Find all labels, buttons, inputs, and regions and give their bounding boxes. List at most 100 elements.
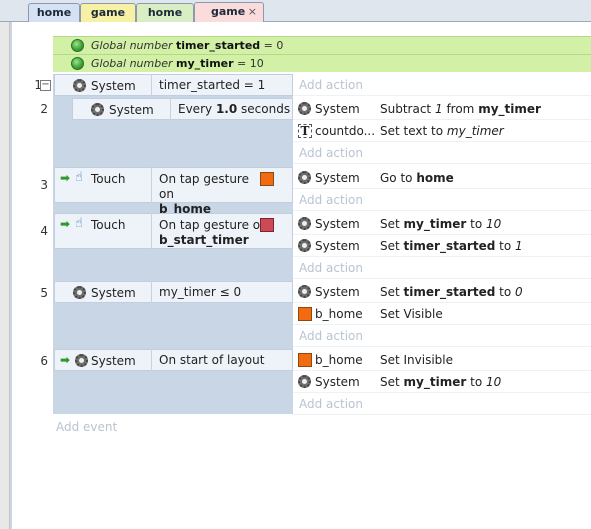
add-action-button[interactable]: Add action (293, 189, 591, 211)
left-gutter (0, 22, 10, 529)
condition-text: timer_started = 1 (159, 78, 266, 92)
actions-area: System Subtract 1 from my_timer T countd… (293, 98, 591, 164)
action-row[interactable]: b_home Set Invisible (293, 349, 591, 371)
collapse-toggle-icon[interactable]: − (40, 80, 51, 91)
condition-object: System (91, 79, 136, 93)
global-name: my_timer (176, 57, 234, 70)
globe-icon (71, 57, 84, 70)
gear-icon (298, 102, 311, 115)
add-action-label: Add action (299, 146, 363, 160)
actions-area: b_home Set Invisible System Set my_timer… (293, 349, 591, 415)
action-text: Set timer_started to 0 (380, 281, 523, 303)
action-text-pre: Set (380, 217, 400, 231)
add-action-label: Add action (299, 397, 363, 411)
event-condition[interactable]: ➡ ☝ Touch On tap gesture on b_home (54, 167, 293, 216)
action-text-value: 10 (486, 217, 502, 231)
action-row[interactable]: T countdo... Set text to my_timer (293, 120, 591, 142)
divider (151, 74, 152, 96)
add-action-button[interactable]: Add action (293, 325, 591, 347)
action-object: System (315, 171, 360, 185)
global-value: = 0 (263, 39, 284, 52)
gear-icon (298, 171, 311, 184)
gear-icon (298, 217, 311, 230)
actions-area: System Set my_timer to 10 System Set tim… (293, 213, 591, 279)
tab-home-2[interactable]: home (136, 3, 194, 22)
action-text: Set my_timer to 10 (380, 213, 501, 235)
event-condition[interactable]: System my_timer ≤ 0 (54, 281, 293, 303)
tab-strip: home game home game × (0, 0, 591, 22)
close-icon[interactable]: × (248, 3, 257, 21)
global-variable-row[interactable]: Global number timer_started = 0 (53, 36, 591, 54)
event-condition[interactable]: System Every 1.0 seconds (72, 98, 293, 120)
action-text-mid: to (499, 285, 512, 299)
gear-icon (75, 354, 88, 367)
gear-icon (298, 285, 311, 298)
add-action-button[interactable]: Add action (293, 257, 591, 279)
global-prefix: Global number (91, 39, 173, 52)
condition-text-pre: Every (178, 102, 213, 116)
action-row[interactable]: System Set my_timer to 10 (293, 213, 591, 235)
text-object-icon: T (298, 124, 312, 138)
sprite-icon (298, 307, 312, 321)
event-number: 4 (40, 224, 48, 238)
event-number: 3 (40, 178, 48, 192)
condition-text: On tap gesture on b_home (159, 172, 259, 217)
tab-label: home (147, 6, 183, 19)
action-text: Subtract 1 from my_timer (380, 98, 541, 120)
add-action-button[interactable]: Add action (293, 74, 591, 96)
action-row[interactable]: System Set my_timer to 10 (293, 371, 591, 393)
divider (170, 98, 171, 120)
action-row[interactable]: System Subtract 1 from my_timer (293, 98, 591, 120)
tab-label: home (36, 6, 72, 19)
action-object: b_home (315, 307, 363, 321)
action-text-var: my_timer (403, 375, 467, 389)
action-text-mid: to (470, 217, 483, 231)
tab-label: game (90, 6, 126, 19)
action-row[interactable]: b_home Set Visible (293, 303, 591, 325)
global-variable-row[interactable]: Global number my_timer = 10 (53, 54, 591, 72)
actions-area: System Go to home Add action (293, 167, 591, 211)
sprite-icon (260, 172, 274, 186)
actions-area: System Set timer_started to 0 b_home Set… (293, 281, 591, 347)
action-text-value: 1 (434, 102, 443, 116)
add-action-button[interactable]: Add action (293, 393, 591, 415)
trigger-arrow-icon: ➡ (60, 171, 71, 185)
event-number: 1 (34, 78, 42, 92)
action-row[interactable]: System Set timer_started to 1 (293, 235, 591, 257)
event-condition[interactable]: System timer_started = 1 (54, 74, 293, 96)
action-text-pre: Subtract (380, 102, 432, 116)
action-text-var: timer_started (403, 239, 496, 253)
action-row[interactable]: System Set timer_started to 0 (293, 281, 591, 303)
event-condition[interactable]: ➡ ☝ Touch On tap gesture on b_start_timer (54, 213, 293, 249)
global-value: = 10 (237, 57, 264, 70)
trigger-arrow-icon: ➡ (60, 217, 71, 231)
event-number: 5 (40, 286, 48, 300)
action-object: countdo... (315, 124, 376, 138)
touch-hand-icon: ☝ (75, 170, 83, 185)
actions-area: Add action (293, 74, 591, 96)
event-condition[interactable]: ➡ System On start of layout (54, 349, 293, 371)
gear-icon (298, 239, 311, 252)
action-text-value: 0 (515, 285, 523, 299)
sprite-icon (260, 218, 274, 232)
action-text-pre: Go to (380, 171, 413, 185)
add-action-button[interactable]: Add action (293, 142, 591, 164)
left-margin (10, 22, 12, 529)
action-text-var: my_timer (403, 217, 467, 231)
tab-game-active[interactable]: game × (194, 2, 264, 22)
action-object: System (315, 217, 360, 231)
gear-icon (298, 375, 311, 388)
action-row[interactable]: System Go to home (293, 167, 591, 189)
action-text-mid: from (446, 102, 475, 116)
add-action-label: Add action (299, 78, 363, 92)
action-text-pre: Set (380, 285, 400, 299)
condition-object: Touch (91, 172, 126, 186)
tab-home[interactable]: home (28, 3, 80, 22)
add-event-button[interactable]: Add event (56, 420, 117, 434)
action-text: Set Invisible (380, 353, 454, 367)
tab-game[interactable]: game (80, 3, 136, 22)
action-text-pre: Set (380, 375, 400, 389)
action-text-var: timer_started (403, 285, 496, 299)
action-object: b_home (315, 353, 363, 367)
condition-text-post: seconds (241, 102, 291, 116)
